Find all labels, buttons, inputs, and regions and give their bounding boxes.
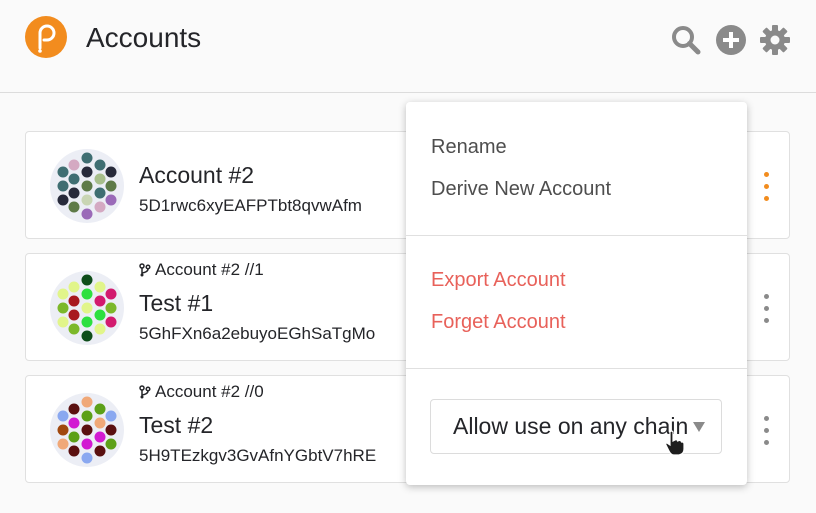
account-name: Account #2 (139, 162, 255, 188)
identicon-avatar (50, 149, 124, 223)
identicon-avatar (50, 393, 124, 467)
account-menu-icon[interactable] (762, 294, 770, 334)
account-name: Test #2 (139, 412, 214, 438)
chevron-down-icon (693, 422, 705, 432)
account-menu-icon[interactable] (762, 416, 770, 456)
identicon-avatar (50, 271, 124, 345)
derive-branch-icon (139, 263, 151, 277)
parent-account-text: Account #2 //1 (155, 260, 264, 279)
header: Accounts (0, 0, 816, 93)
menu-item-export-account[interactable]: Export Account (431, 269, 566, 292)
menu-item-rename[interactable]: Rename (431, 136, 507, 159)
add-account-icon[interactable] (715, 24, 747, 56)
parent-account-label: Account #2 //0 (139, 382, 264, 402)
menu-item-forget-account[interactable]: Forget Account (431, 311, 566, 334)
account-context-menu: Rename Derive New Account Export Account… (406, 102, 747, 485)
parent-account-text: Account #2 //0 (155, 382, 264, 401)
menu-divider (406, 235, 747, 236)
account-address: 5H9TEzkgv3GvAfnYGbtV7hRE (139, 446, 377, 465)
page-title: Accounts (86, 22, 202, 53)
polkadot-logo-icon (25, 16, 67, 58)
menu-divider (406, 368, 747, 369)
account-name: Test #1 (139, 290, 214, 316)
account-address: 5GhFXn6a2ebuyoEGhSaTgMo (139, 324, 376, 343)
derive-branch-icon (139, 385, 151, 399)
search-icon[interactable] (670, 24, 702, 56)
settings-gear-icon[interactable] (759, 24, 791, 56)
account-menu-icon[interactable] (762, 172, 770, 212)
account-address: 5D1rwc6xyEAFPTbt8qvwAfm (139, 196, 362, 215)
chain-select-value: Allow use on any chain (453, 413, 689, 439)
hand-cursor-icon (665, 430, 685, 456)
parent-account-label: Account #2 //1 (139, 260, 264, 280)
menu-item-derive-new-account[interactable]: Derive New Account (431, 178, 611, 201)
